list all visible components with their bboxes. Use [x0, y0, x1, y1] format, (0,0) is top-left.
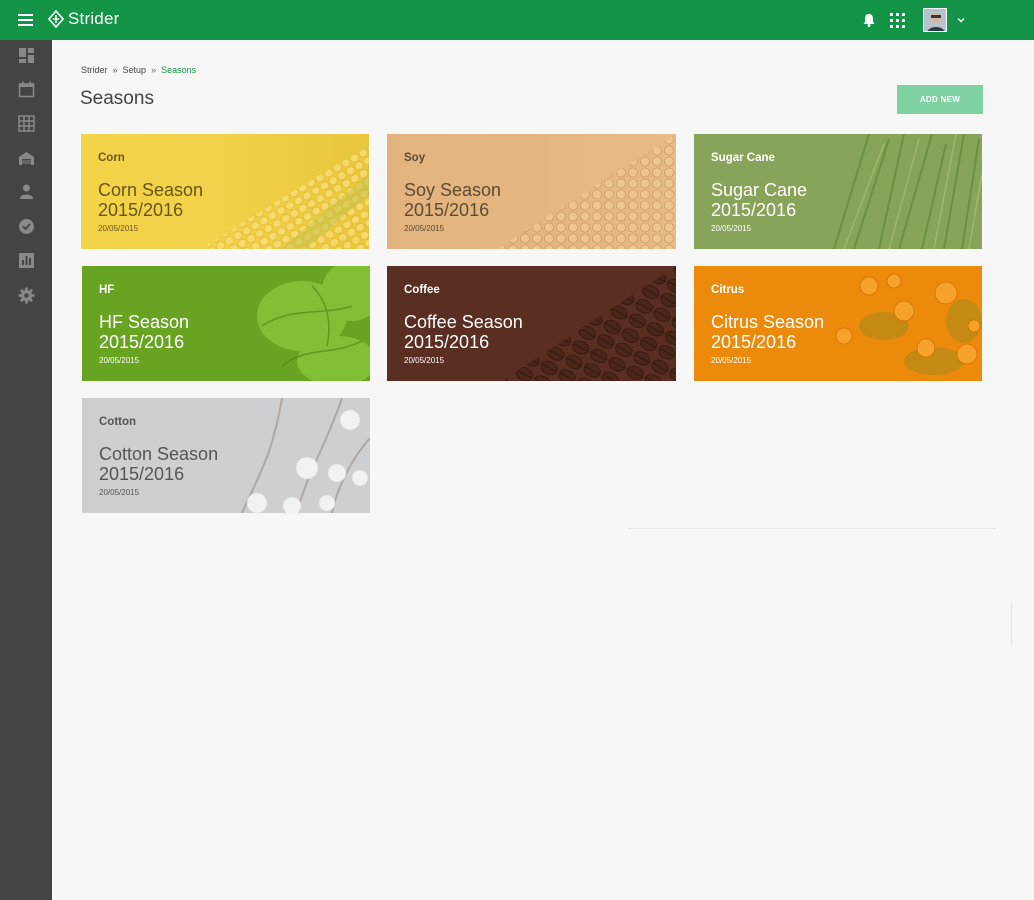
report-icon[interactable] — [18, 252, 35, 269]
season-card-cotton[interactable]: Cotton Cotton Season 2015/2016 20/05/201… — [82, 398, 370, 513]
person-icon[interactable] — [18, 183, 35, 200]
season-card-citrus[interactable]: Citrus Citrus Season 2015/2016 20/05/201… — [694, 266, 982, 381]
breadcrumb-item-setup[interactable]: Setup — [123, 65, 147, 75]
season-card-name-line: Sugar Cane — [711, 180, 808, 200]
season-card-year: 2015/2016 — [711, 200, 797, 220]
season-card-title: Corn — [98, 152, 125, 164]
season-card-name: Coffee Season 2015/2016 — [404, 312, 523, 352]
breadcrumb-item-strider[interactable]: Strider — [81, 65, 108, 75]
grid-icon[interactable] — [18, 115, 35, 132]
season-card-year: 2015/2016 — [711, 332, 797, 352]
season-card-hf[interactable]: HF HF Season 2015/2016 20/05/2015 — [82, 266, 370, 381]
season-card-title: Soy — [404, 152, 426, 164]
season-card-name-line: HF Season — [99, 312, 190, 332]
warehouse-icon[interactable] — [18, 150, 35, 167]
season-card-corn[interactable]: Corn Corn Season 2015/2016 20/05/2015 — [81, 134, 369, 249]
menu-icon[interactable] — [16, 11, 36, 29]
season-card-title: Sugar Cane — [711, 152, 775, 164]
season-card-date: 20/05/2015 — [711, 224, 752, 233]
season-card-name: Cotton Season 2015/2016 — [99, 444, 218, 484]
gear-icon[interactable] — [18, 287, 35, 304]
season-card-title: HF — [99, 284, 115, 296]
season-card-title: Coffee — [404, 284, 440, 296]
chevron-down-icon[interactable] — [955, 14, 967, 26]
dashboard-icon[interactable] — [18, 47, 35, 64]
page-title: Seasons — [80, 88, 154, 109]
sidebar — [0, 40, 52, 900]
season-card-year: 2015/2016 — [404, 332, 490, 352]
breadcrumb: Strider » Setup » Seasons — [81, 65, 196, 75]
season-card-name: Corn Season 2015/2016 — [98, 180, 203, 220]
season-card-name-line: Cotton Season — [99, 444, 219, 464]
season-card-date: 20/05/2015 — [98, 224, 139, 233]
season-card-name-line: Citrus Season — [711, 312, 825, 332]
season-card-sugar-cane[interactable]: Sugar Cane Sugar Cane 2015/2016 20/05/20… — [694, 134, 982, 249]
season-card-name: Sugar Cane 2015/2016 — [711, 180, 807, 220]
season-card-title: Citrus — [711, 284, 745, 296]
app-logo[interactable]: Strider — [48, 9, 119, 29]
season-card-date: 20/05/2015 — [99, 488, 140, 497]
season-card-name-line: Soy Season — [404, 180, 502, 200]
season-card-date: 20/05/2015 — [99, 356, 140, 365]
bell-icon[interactable] — [861, 12, 877, 28]
check-circle-icon[interactable] — [18, 218, 35, 235]
season-card-soy[interactable]: Soy Soy Season 2015/2016 20/05/2015 — [387, 134, 676, 249]
strider-logo-icon — [48, 10, 64, 28]
season-card-title: Cotton — [99, 416, 137, 428]
season-card-date: 20/05/2015 — [404, 356, 445, 365]
season-card-year: 2015/2016 — [98, 200, 184, 220]
season-card-year: 2015/2016 — [404, 200, 490, 220]
season-card-date: 20/05/2015 — [711, 356, 752, 365]
avatar[interactable] — [923, 8, 947, 32]
season-card-coffee[interactable]: Coffee Coffee Season 2015/2016 20/05/201… — [387, 266, 676, 381]
breadcrumb-item-seasons: Seasons — [161, 65, 197, 75]
season-card-year: 2015/2016 — [99, 464, 185, 484]
divider — [1010, 602, 1012, 646]
season-card-year: 2015/2016 — [99, 332, 185, 352]
top-app-bar: Strider — [0, 0, 1034, 40]
breadcrumb-separator: » — [112, 65, 118, 75]
season-card-name: Soy Season 2015/2016 — [404, 180, 501, 220]
season-card-name: Citrus Season 2015/2016 — [711, 312, 824, 352]
divider — [628, 528, 996, 529]
apps-grid-icon[interactable] — [890, 13, 905, 28]
add-new-button[interactable]: ADD NEW — [897, 85, 983, 114]
season-card-name: HF Season 2015/2016 — [99, 312, 189, 352]
season-card-name-line: Corn Season — [98, 180, 204, 200]
calendar-icon[interactable] — [18, 81, 35, 98]
season-card-date: 20/05/2015 — [404, 224, 445, 233]
breadcrumb-separator: » — [151, 65, 157, 75]
app-name: Strider — [68, 9, 120, 28]
season-card-name-line: Coffee Season — [404, 312, 523, 332]
